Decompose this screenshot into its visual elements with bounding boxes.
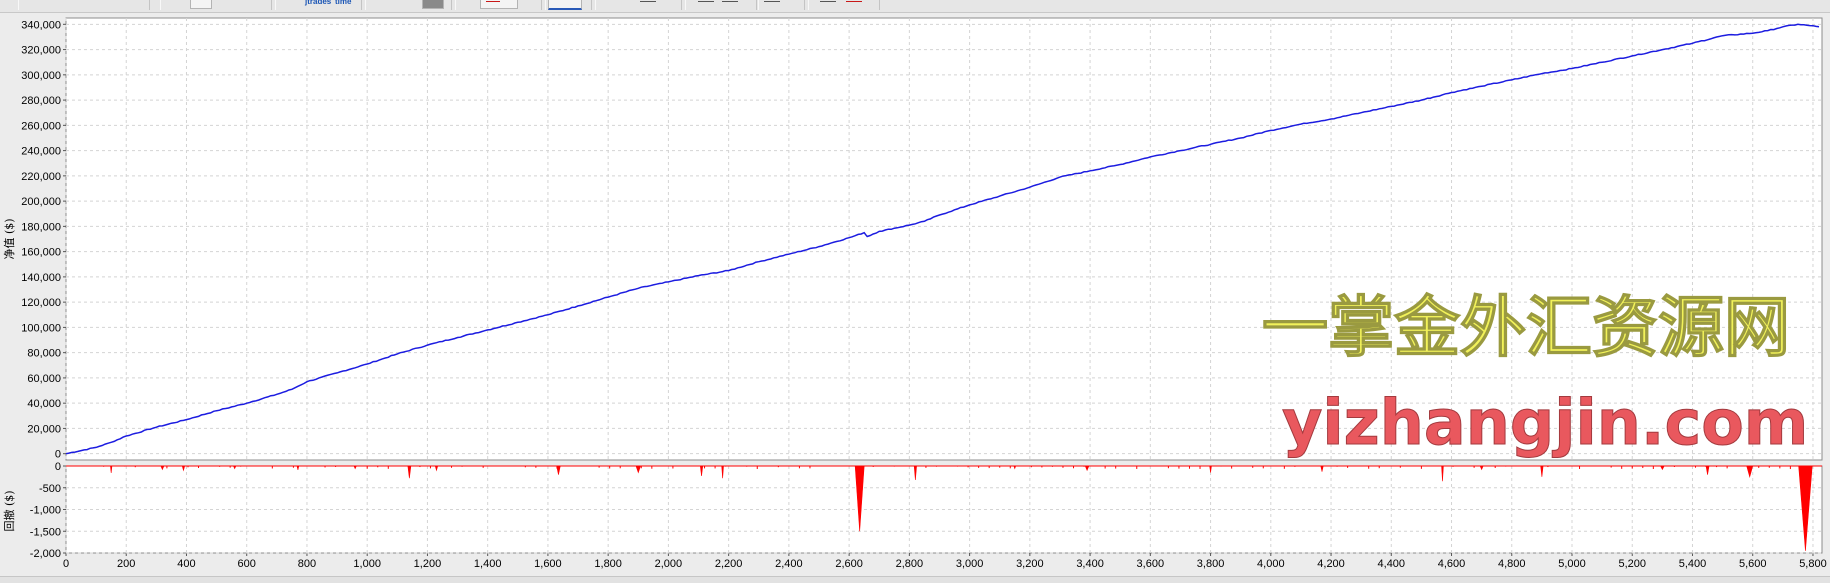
time-toggle[interactable]: time bbox=[335, 0, 351, 6]
shrink-horizontal-icon[interactable] bbox=[722, 1, 738, 2]
drawdown-y-tick-label: -1,500 bbox=[30, 526, 61, 538]
x-tick-label: 2,000 bbox=[655, 558, 683, 570]
scroll-horizontal-icon[interactable] bbox=[764, 1, 780, 2]
range-red-icon[interactable] bbox=[846, 1, 862, 2]
equity-y-tick-label: 280,000 bbox=[21, 95, 61, 107]
x-tick-label: 3,000 bbox=[956, 558, 984, 570]
x-tick-label: 1,400 bbox=[474, 558, 502, 570]
trades-toggle[interactable]: jtrades bbox=[305, 0, 331, 6]
x-tick-label: 3,600 bbox=[1137, 558, 1165, 570]
x-tick-label: 3,400 bbox=[1076, 558, 1104, 570]
x-tick-label: 400 bbox=[177, 558, 195, 570]
toolbar-button[interactable] bbox=[190, 0, 212, 9]
x-tick-label: 600 bbox=[238, 558, 256, 570]
equity-y-tick-label: 120,000 bbox=[21, 297, 61, 309]
x-tick-label: 2,400 bbox=[775, 558, 803, 570]
drawdown-y-tick-label: -1,000 bbox=[30, 505, 61, 517]
equity-y-tick-label: 300,000 bbox=[21, 70, 61, 82]
x-tick-label: 200 bbox=[117, 558, 135, 570]
bar-chart-icon[interactable] bbox=[422, 0, 444, 9]
x-tick-label: 2,200 bbox=[715, 558, 743, 570]
x-tick-label: 4,000 bbox=[1257, 558, 1285, 570]
equity-drawdown-chart: 0 20,000 40,000 60,000 80,000 100,000 120,000 1… bbox=[0, 14, 1830, 574]
equity-y-tick-label: 80,000 bbox=[27, 348, 61, 360]
toolbar: jtrades time bbox=[0, 0, 1830, 13]
toolbar-dropdown[interactable] bbox=[18, 0, 150, 10]
watermark-chinese: 一掌金外汇资源网 bbox=[1262, 289, 1790, 366]
equity-y-tick-label: 200,000 bbox=[21, 196, 61, 208]
toolbar-group-7 bbox=[685, 0, 757, 10]
toolbar-group-9 bbox=[808, 0, 880, 10]
chart-view-button[interactable] bbox=[548, 0, 582, 10]
x-tick-label: 0 bbox=[63, 558, 69, 570]
range-icon[interactable] bbox=[820, 1, 836, 2]
x-tick-label: 4,800 bbox=[1498, 558, 1526, 570]
x-tick-label: 1,000 bbox=[353, 558, 381, 570]
equity-y-tick-label: 0 bbox=[55, 449, 61, 461]
equity-y-tick-label: 320,000 bbox=[21, 45, 61, 57]
drawdown-y-tick-label: 0 bbox=[55, 461, 61, 473]
equity-y-tick-label: 140,000 bbox=[21, 272, 61, 284]
equity-axis-title: 净值 ($) bbox=[2, 218, 16, 259]
x-tick-label: 4,600 bbox=[1438, 558, 1466, 570]
toolbar-group-6 bbox=[595, 0, 682, 10]
equity-y-tick-label: 220,000 bbox=[21, 171, 61, 183]
watermark-url: yizhangjin.com bbox=[1282, 386, 1808, 459]
equity-y-tick-label: 160,000 bbox=[21, 247, 61, 259]
equity-y-tick-label: 40,000 bbox=[27, 398, 61, 410]
x-tick-label: 5,600 bbox=[1739, 558, 1767, 570]
toolbar-group-1 bbox=[160, 0, 272, 10]
x-tick-label: 4,200 bbox=[1317, 558, 1345, 570]
equity-y-tick-label: 60,000 bbox=[27, 373, 61, 385]
x-tick-label: 1,800 bbox=[594, 558, 622, 570]
equity-y-tick-label: 100,000 bbox=[21, 322, 61, 334]
x-tick-label: 5,000 bbox=[1558, 558, 1586, 570]
drawdown-axis-title: 回撤 ($) bbox=[2, 490, 16, 531]
equity-y-tick-label: 260,000 bbox=[21, 120, 61, 132]
x-tick-label: 5,200 bbox=[1618, 558, 1646, 570]
fit-horizontal-icon[interactable] bbox=[640, 1, 656, 2]
x-tick-label: 4,400 bbox=[1378, 558, 1406, 570]
drawdown-y-tick-label: -2,000 bbox=[30, 548, 61, 560]
equity-y-tick-label: 340,000 bbox=[21, 19, 61, 31]
x-tick-label: 3,200 bbox=[1016, 558, 1044, 570]
x-tick-label: 800 bbox=[298, 558, 316, 570]
x-tick-label: 1,200 bbox=[414, 558, 442, 570]
x-tick-label: 5,400 bbox=[1679, 558, 1707, 570]
x-tick-label: 5,800 bbox=[1799, 558, 1827, 570]
x-tick-label: 1,600 bbox=[534, 558, 562, 570]
equity-y-tick-label: 240,000 bbox=[21, 146, 61, 158]
x-tick-label: 2,800 bbox=[896, 558, 924, 570]
drawdown-y-tick-label: -500 bbox=[39, 483, 61, 495]
x-tick-label: 2,600 bbox=[835, 558, 863, 570]
equity-y-tick-label: 20,000 bbox=[27, 423, 61, 435]
x-tick-label: 3,800 bbox=[1197, 558, 1225, 570]
arrow-left-icon bbox=[486, 1, 500, 2]
equity-y-tick-label: 180,000 bbox=[21, 221, 61, 233]
expand-horizontal-icon[interactable] bbox=[698, 1, 714, 2]
